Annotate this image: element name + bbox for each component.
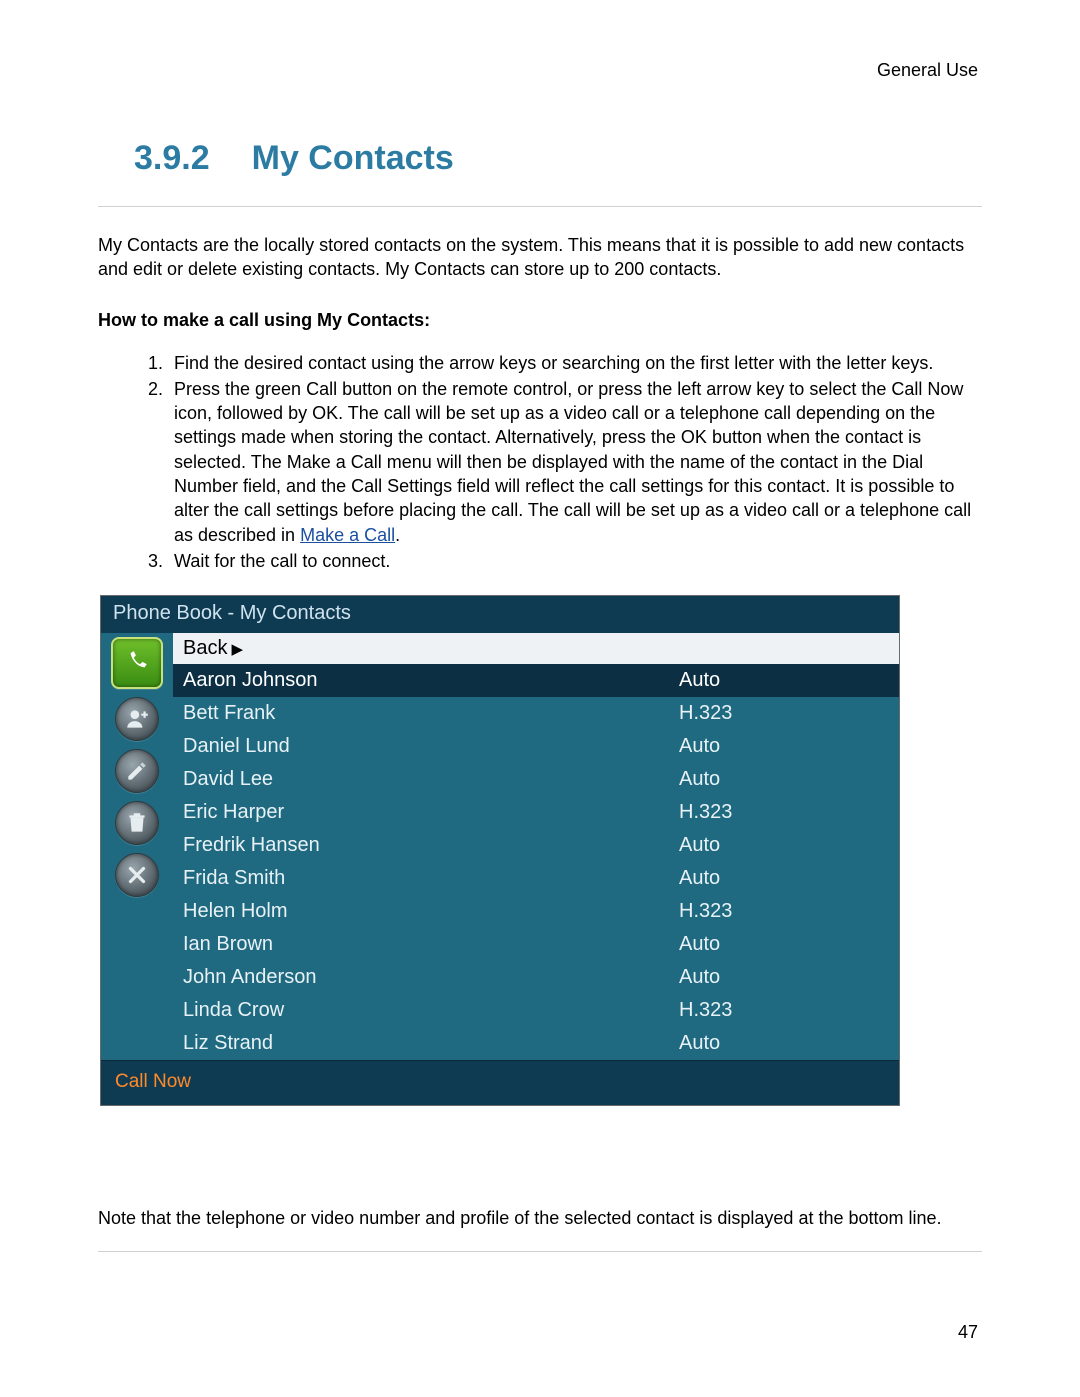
- contact-row[interactable]: David LeeAuto: [173, 763, 899, 796]
- phonebook-screenshot: Phone Book - My Contacts: [100, 595, 900, 1106]
- phone-icon: [124, 650, 150, 676]
- contact-row[interactable]: Frida SmithAuto: [173, 862, 899, 895]
- section-number: 3.9.2: [134, 139, 210, 178]
- divider: [98, 1251, 982, 1252]
- contact-list: Back▶ Aaron JohnsonAutoBett FrankH.323Da…: [173, 633, 899, 1060]
- contact-row[interactable]: Bett FrankH.323: [173, 697, 899, 730]
- delete-icon[interactable]: [115, 801, 159, 845]
- make-a-call-link[interactable]: Make a Call: [300, 525, 395, 545]
- steps-list: Find the desired contact using the arrow…: [168, 351, 982, 574]
- new-contact-icon[interactable]: [115, 697, 159, 741]
- call-icon[interactable]: [111, 637, 163, 689]
- contact-row[interactable]: Ian BrownAuto: [173, 928, 899, 961]
- header-category: General Use: [98, 60, 982, 81]
- edit-icon[interactable]: [115, 749, 159, 793]
- phonebook-sidebar: [101, 633, 173, 1060]
- contact-protocol: Auto: [679, 834, 889, 857]
- back-row[interactable]: Back▶: [173, 633, 899, 664]
- contact-protocol: Auto: [679, 966, 889, 989]
- step-2-text-b: .: [395, 525, 400, 545]
- contact-name: Fredrik Hansen: [183, 834, 679, 857]
- contact-protocol: H.323: [679, 900, 889, 923]
- contact-row[interactable]: Daniel LundAuto: [173, 730, 899, 763]
- contact-protocol: H.323: [679, 702, 889, 725]
- step-1: Find the desired contact using the arrow…: [168, 351, 982, 375]
- section-heading: 3.9.2 My Contacts: [98, 139, 982, 178]
- contact-name: Daniel Lund: [183, 735, 679, 758]
- footer-note: Note that the telephone or video number …: [98, 1206, 982, 1230]
- contact-name: Linda Crow: [183, 999, 679, 1022]
- contact-protocol: Auto: [679, 1032, 889, 1055]
- contact-name: David Lee: [183, 768, 679, 791]
- intro-paragraph: My Contacts are the locally stored conta…: [98, 233, 982, 282]
- contact-name: Eric Harper: [183, 801, 679, 824]
- person-plus-icon: [124, 706, 150, 732]
- contact-row[interactable]: Liz StrandAuto: [173, 1027, 899, 1060]
- contact-name: Bett Frank: [183, 702, 679, 725]
- pencil-icon: [124, 758, 150, 784]
- contact-protocol: Auto: [679, 768, 889, 791]
- phonebook-body: Back▶ Aaron JohnsonAutoBett FrankH.323Da…: [101, 633, 899, 1060]
- close-icon[interactable]: [115, 853, 159, 897]
- contact-row[interactable]: Eric HarperH.323: [173, 796, 899, 829]
- contact-protocol: H.323: [679, 999, 889, 1022]
- divider: [98, 206, 982, 207]
- contact-row[interactable]: Helen HolmH.323: [173, 895, 899, 928]
- contact-protocol: Auto: [679, 933, 889, 956]
- contact-protocol: Auto: [679, 669, 889, 692]
- call-now-label: Call Now: [101, 1060, 899, 1105]
- contact-name: Aaron Johnson: [183, 669, 679, 692]
- contact-row[interactable]: Linda CrowH.323: [173, 994, 899, 1027]
- step-2: Press the green Call button on the remot…: [168, 377, 982, 547]
- back-label: Back: [183, 637, 227, 660]
- contact-protocol: Auto: [679, 867, 889, 890]
- contact-row[interactable]: John AndersonAuto: [173, 961, 899, 994]
- section-title: My Contacts: [252, 139, 454, 177]
- contact-name: Helen Holm: [183, 900, 679, 923]
- contact-name: Liz Strand: [183, 1032, 679, 1055]
- step-3: Wait for the call to connect.: [168, 549, 982, 573]
- contact-name: Frida Smith: [183, 867, 679, 890]
- howto-heading: How to make a call using My Contacts:: [98, 310, 982, 331]
- contact-row[interactable]: Aaron JohnsonAuto: [173, 664, 899, 697]
- chevron-right-icon: ▶: [231, 640, 243, 658]
- contact-name: Ian Brown: [183, 933, 679, 956]
- contact-protocol: Auto: [679, 735, 889, 758]
- x-icon: [124, 862, 150, 888]
- trash-icon: [124, 810, 150, 836]
- contact-row[interactable]: Fredrik HansenAuto: [173, 829, 899, 862]
- contact-protocol: H.323: [679, 801, 889, 824]
- step-2-text-a: Press the green Call button on the remot…: [174, 379, 971, 545]
- page-number: 47: [958, 1322, 978, 1343]
- phonebook-title: Phone Book - My Contacts: [101, 596, 899, 633]
- contact-name: John Anderson: [183, 966, 679, 989]
